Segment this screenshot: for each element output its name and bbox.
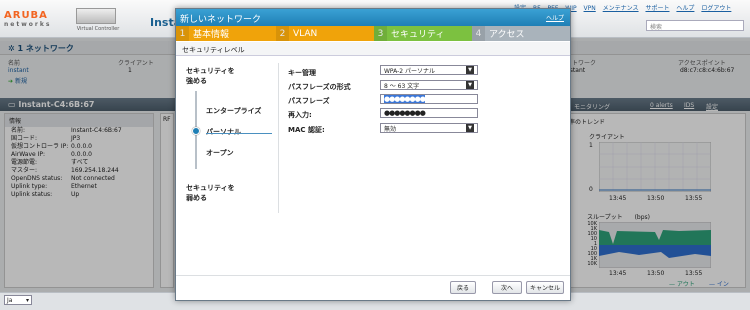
dialog-footer-divider xyxy=(176,275,570,276)
dialog-title: 新しいネットワーク xyxy=(176,9,570,26)
step-basic-info[interactable]: 1 基本情報 xyxy=(176,26,276,41)
reenter-label: 再入力: xyxy=(288,111,312,119)
wizard-steps: 1 基本情報 2 VLAN 3 セキュリティ 4 アクセス xyxy=(176,26,570,41)
passphrase-input[interactable]: ●●●●●●●● xyxy=(380,94,478,104)
passphrase-format-select[interactable]: 8 ～ 63 文字 ▼ xyxy=(380,80,478,90)
slider-option-open[interactable]: オープン xyxy=(206,148,234,158)
security-slider-handle[interactable] xyxy=(192,127,200,135)
chevron-down-icon: ▼ xyxy=(466,81,474,89)
top-link-support[interactable]: サポート xyxy=(645,5,669,12)
passphrase-label: パスフレーズ xyxy=(288,97,330,105)
key-mgmt-select[interactable]: WPA-2 パーソナル ▼ xyxy=(380,65,478,75)
top-link-help[interactable]: ヘルプ xyxy=(676,5,694,12)
slider-option-enterprise[interactable]: エンタープライズ xyxy=(206,106,261,116)
top-link-vpn[interactable]: VPN xyxy=(584,5,596,12)
brand-sub: networks xyxy=(4,21,52,28)
chevron-down-icon: ▾ xyxy=(25,297,29,304)
key-mgmt-label: キー管理 xyxy=(288,69,316,77)
mac-auth-label: MAC 認証: xyxy=(288,126,325,134)
search-input[interactable]: 検索 xyxy=(646,20,744,31)
brand-logo: ARUBA networks xyxy=(4,10,59,34)
next-button[interactable]: 次へ xyxy=(492,281,522,294)
dialog-help-link[interactable]: ヘルプ xyxy=(546,13,564,22)
security-level-header: セキュリティレベル xyxy=(176,42,570,56)
new-network-dialog: 新しいネットワーク ヘルプ 1 基本情報 2 VLAN 3 セキュリティ 4 アクセス … xyxy=(175,8,571,301)
chevron-down-icon: ▼ xyxy=(466,66,474,74)
slider-selection-line xyxy=(206,133,272,134)
divider xyxy=(278,63,279,213)
step-security[interactable]: 3 セキュリティ xyxy=(374,26,472,41)
brand-name: ARUBA xyxy=(4,10,48,21)
slider-bottom-label: セキュリティを 弱める xyxy=(186,184,235,202)
chevron-down-icon: ▼ xyxy=(466,124,474,132)
step-access[interactable]: 4 アクセス xyxy=(472,26,570,41)
slider-option-personal[interactable]: パーソナル xyxy=(206,127,241,137)
top-link-logout[interactable]: ログアウト xyxy=(701,5,731,12)
cancel-button[interactable]: キャンセル xyxy=(526,281,564,294)
language-select[interactable]: Ja ▾ xyxy=(4,295,32,305)
passphrase-format-label: パスフレーズの形式 xyxy=(288,83,351,91)
back-button[interactable]: 戻る xyxy=(450,281,476,294)
step-vlan[interactable]: 2 VLAN xyxy=(276,26,374,41)
slider-top-label: セキュリティを 強める xyxy=(186,67,235,85)
controller-icon xyxy=(76,8,116,24)
mac-auth-select[interactable]: 無効 ▼ xyxy=(380,123,478,133)
vc-caption: Virtual Controller xyxy=(76,26,120,32)
virtual-controller-badge: Virtual Controller xyxy=(64,8,132,36)
reenter-input[interactable]: ●●●●●●●● xyxy=(380,108,478,118)
top-link-maintenance[interactable]: メンテナンス xyxy=(603,5,639,12)
